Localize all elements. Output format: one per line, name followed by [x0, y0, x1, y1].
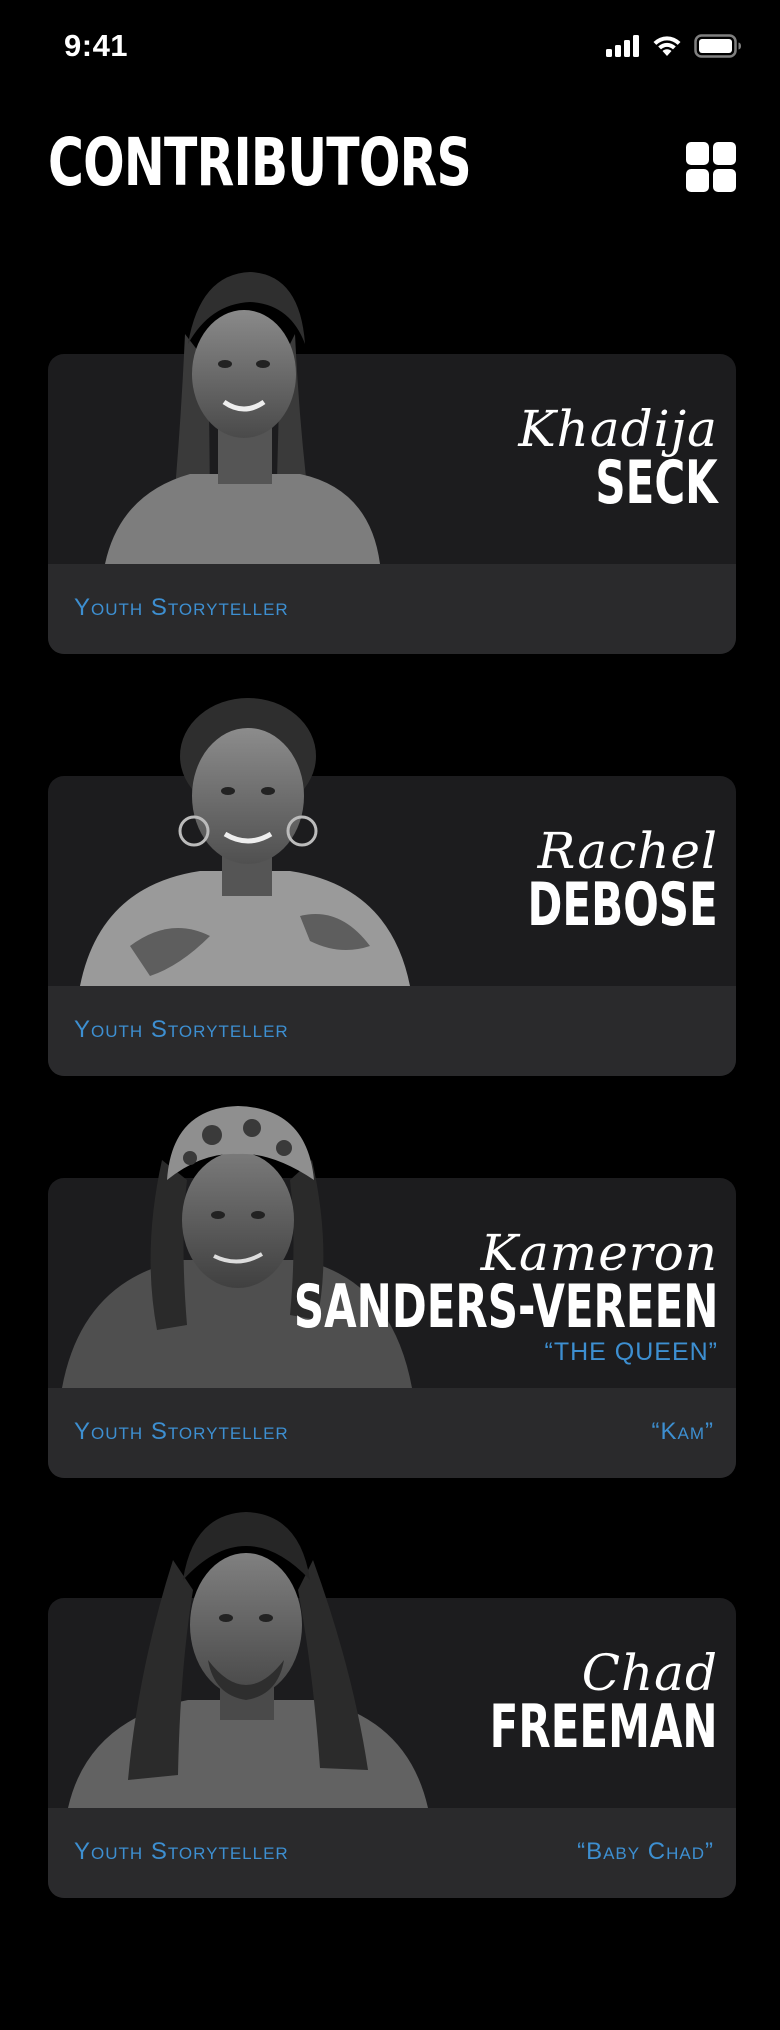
contributor-photo [80, 698, 410, 986]
contributor-photo [68, 1512, 428, 1808]
page-title: CONTRIBUTORS [48, 124, 472, 201]
status-icons [606, 34, 742, 58]
grid-view-icon [686, 169, 709, 192]
contributor-role: Youth Storyteller [74, 1838, 289, 1865]
contributor-name: Rachel DEBOSE [446, 822, 718, 940]
grid-view-icon [713, 169, 736, 192]
contributor-footer: Youth Storyteller [48, 564, 736, 654]
cellular-signal-icon [606, 35, 639, 57]
contributor-footer: Youth Storyteller “Kam” [48, 1388, 736, 1478]
contributor-last-name: SECK [595, 448, 718, 518]
contributor-role: Youth Storyteller [74, 594, 289, 621]
contributor-first-name: Rachel [537, 822, 718, 880]
contributor-last-name: FREEMAN [490, 1692, 718, 1762]
contributor-first-name: Chad [581, 1644, 718, 1702]
contributor-nickname: “Kam” [651, 1418, 714, 1445]
contributor-first-name: Kameron [480, 1224, 718, 1282]
contributor-name: Chad FREEMAN [392, 1644, 718, 1762]
status-bar: 9:41 [0, 0, 780, 96]
grid-view-icon [713, 142, 736, 165]
grid-view-icon [686, 142, 709, 165]
wifi-icon [653, 36, 681, 56]
contributor-photo [105, 272, 380, 564]
contributor-first-name: Khadija [518, 400, 718, 458]
contributor-footer: Youth Storyteller [48, 986, 736, 1076]
contributor-role: Youth Storyteller [74, 1418, 289, 1445]
contributor-nickname: “Baby Chad” [577, 1838, 714, 1865]
grid-view-button[interactable] [686, 142, 738, 194]
contributor-last-name: SANDERS-VEREEN [293, 1272, 718, 1342]
contributor-last-name: DEBOSE [527, 870, 718, 940]
contributor-role: Youth Storyteller [74, 1016, 289, 1043]
battery-icon [694, 34, 741, 58]
status-time: 9:41 [64, 28, 129, 63]
contributor-title: “THE QUEEN” [544, 1338, 718, 1366]
contributor-footer: Youth Storyteller “Baby Chad” [48, 1808, 736, 1898]
contributor-name: Kameron SANDERS-VEREEN “THE QUEEN” [112, 1228, 718, 1367]
contributor-name: Khadija SECK [518, 400, 718, 518]
